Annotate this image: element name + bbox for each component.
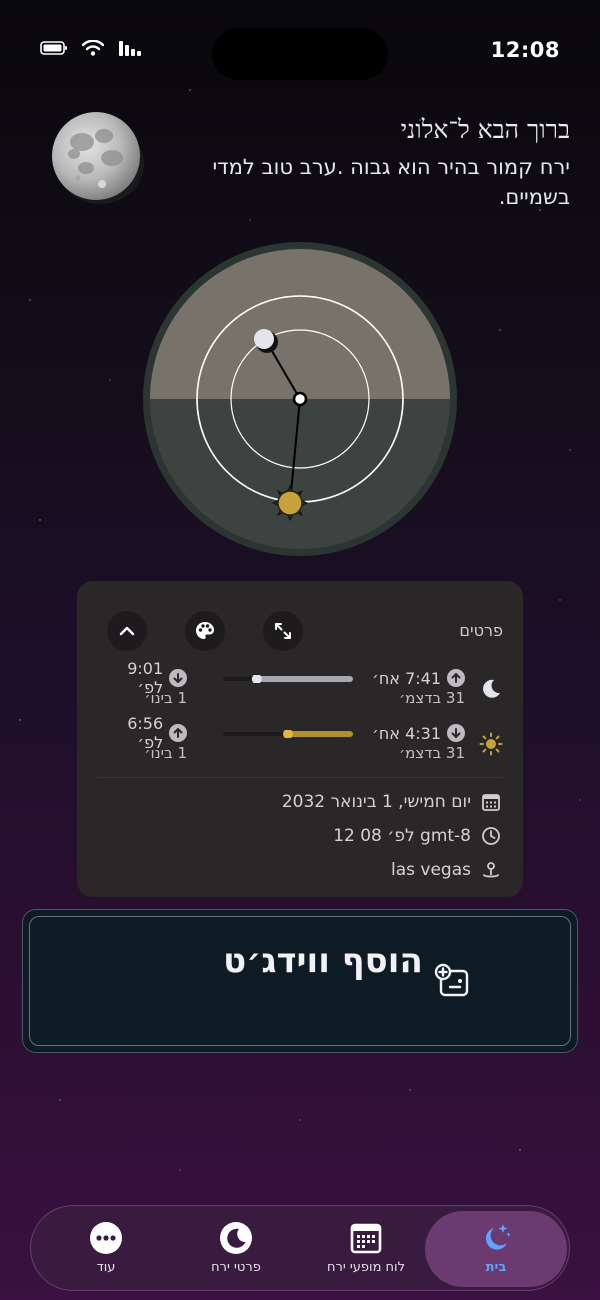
arrow-down-icon <box>447 724 465 742</box>
moon-progress-knob <box>251 675 262 683</box>
moon-times-row: 7:41 אח׳ 31 בדצמ׳ 9:01 לפ׳ 1 בינו׳ <box>97 659 503 713</box>
clock: 12:08 <box>490 38 560 62</box>
sun-icon <box>479 732 503 756</box>
current-time: 12 08 לפ׳ gmt-8 <box>333 826 471 846</box>
moon-progress-fill <box>256 676 353 682</box>
dial-center <box>292 391 308 407</box>
sun-progress-track <box>223 730 353 738</box>
bottom-nav: עוד פרטי ירח לוח מופעי ירח בית <box>30 1205 570 1291</box>
expand-icon <box>275 623 291 639</box>
arrow-down-icon <box>169 669 187 687</box>
dynamic-island <box>212 28 388 80</box>
sun-moon-position-dial <box>143 242 457 556</box>
nav-item-more[interactable]: עוד <box>46 1206 166 1292</box>
add-widget-icon <box>434 963 469 997</box>
moon-icon <box>220 1222 252 1254</box>
sunrise: 4:31 אח׳ 31 בדצמ׳ <box>372 722 465 766</box>
expand-button[interactable] <box>263 611 303 651</box>
current-location: las vegas <box>391 860 471 880</box>
sun-marker <box>271 484 309 522</box>
moon-phase-image <box>52 112 144 204</box>
sunrise-date: 31 בדצמ׳ <box>398 744 465 762</box>
date-row: יום חמישי, 1 בינואר 2032 <box>282 789 501 815</box>
clock-icon <box>482 827 500 845</box>
signal-icon <box>119 41 141 56</box>
location-row: las vegas <box>391 857 501 883</box>
nav-label-home: בית <box>485 1260 507 1275</box>
sun-progress-knob <box>283 730 293 738</box>
moon-progress-track <box>223 675 353 683</box>
greeting-block: ברוך הבא ל־אלוני ירח קמור בהיר הוא גבוה … <box>190 114 570 212</box>
collapse-button[interactable] <box>107 611 147 651</box>
calendar-icon <box>482 794 500 811</box>
status-icons <box>40 40 144 56</box>
moonrise-date: 31 בדצמ׳ <box>398 689 465 707</box>
calendar-icon <box>350 1223 382 1254</box>
status-bar: 12:08 <box>0 0 600 100</box>
sunrise-time: 4:31 אח׳ <box>372 723 441 743</box>
add-widget-button[interactable]: הוסף ווידג׳ט <box>22 909 578 1053</box>
moonset: 9:01 לפ׳ 1 בינו׳ <box>97 659 187 711</box>
time-row: 12 08 לפ׳ gmt-8 <box>333 823 501 849</box>
moon-icon <box>483 679 500 698</box>
moonrise: 7:41 אח׳ 31 בדצמ׳ <box>372 667 465 711</box>
current-date: יום חמישי, 1 בינואר 2032 <box>281 792 471 812</box>
details-card: פרטים 7:41 אח׳ 31 בדצמ׳ 9:01 לפ׳ 1 בינו׳ <box>77 581 523 897</box>
more-icon <box>90 1222 122 1254</box>
details-header: פרטים <box>107 611 503 651</box>
add-widget-label: הוסף ווידג׳ט <box>223 941 423 981</box>
arrow-up-icon <box>447 669 465 687</box>
nav-item-home[interactable]: בית <box>425 1211 567 1287</box>
theme-button[interactable] <box>185 611 225 651</box>
nav-item-moon-details[interactable]: פרטי ירח <box>176 1206 296 1292</box>
nav-label-moon-calendar: לוח מופעי ירח <box>327 1260 405 1275</box>
location-pin-icon <box>483 862 499 878</box>
moonrise-time: 7:41 אח׳ <box>372 668 441 688</box>
details-divider <box>97 777 503 778</box>
nav-item-moon-calendar[interactable]: לוח מופעי ירח <box>306 1206 426 1292</box>
battery-icon <box>40 41 67 55</box>
chevron-up-icon <box>119 626 135 636</box>
details-title: פרטים <box>459 621 503 640</box>
nav-label-more: עוד <box>96 1260 116 1275</box>
sun-times-row: 4:31 אח׳ 31 בדצמ׳ 6:56 לפ׳ 1 בינו׳ <box>97 714 503 768</box>
nav-label-moon-details: פרטי ירח <box>211 1260 261 1275</box>
arrow-up-icon <box>169 724 187 742</box>
moon-stars-icon <box>485 1224 511 1250</box>
wifi-icon <box>82 40 104 56</box>
sun-progress-fill <box>288 731 353 737</box>
greeting-subtitle: ירח קמור בהיר הוא גבוה .ערב טוב למדי בשמ… <box>212 155 570 209</box>
palette-icon <box>196 622 214 639</box>
greeting-title: ברוך הבא ל־אלוני <box>400 115 570 144</box>
sunset: 6:56 לפ׳ 1 בינו׳ <box>97 714 187 766</box>
